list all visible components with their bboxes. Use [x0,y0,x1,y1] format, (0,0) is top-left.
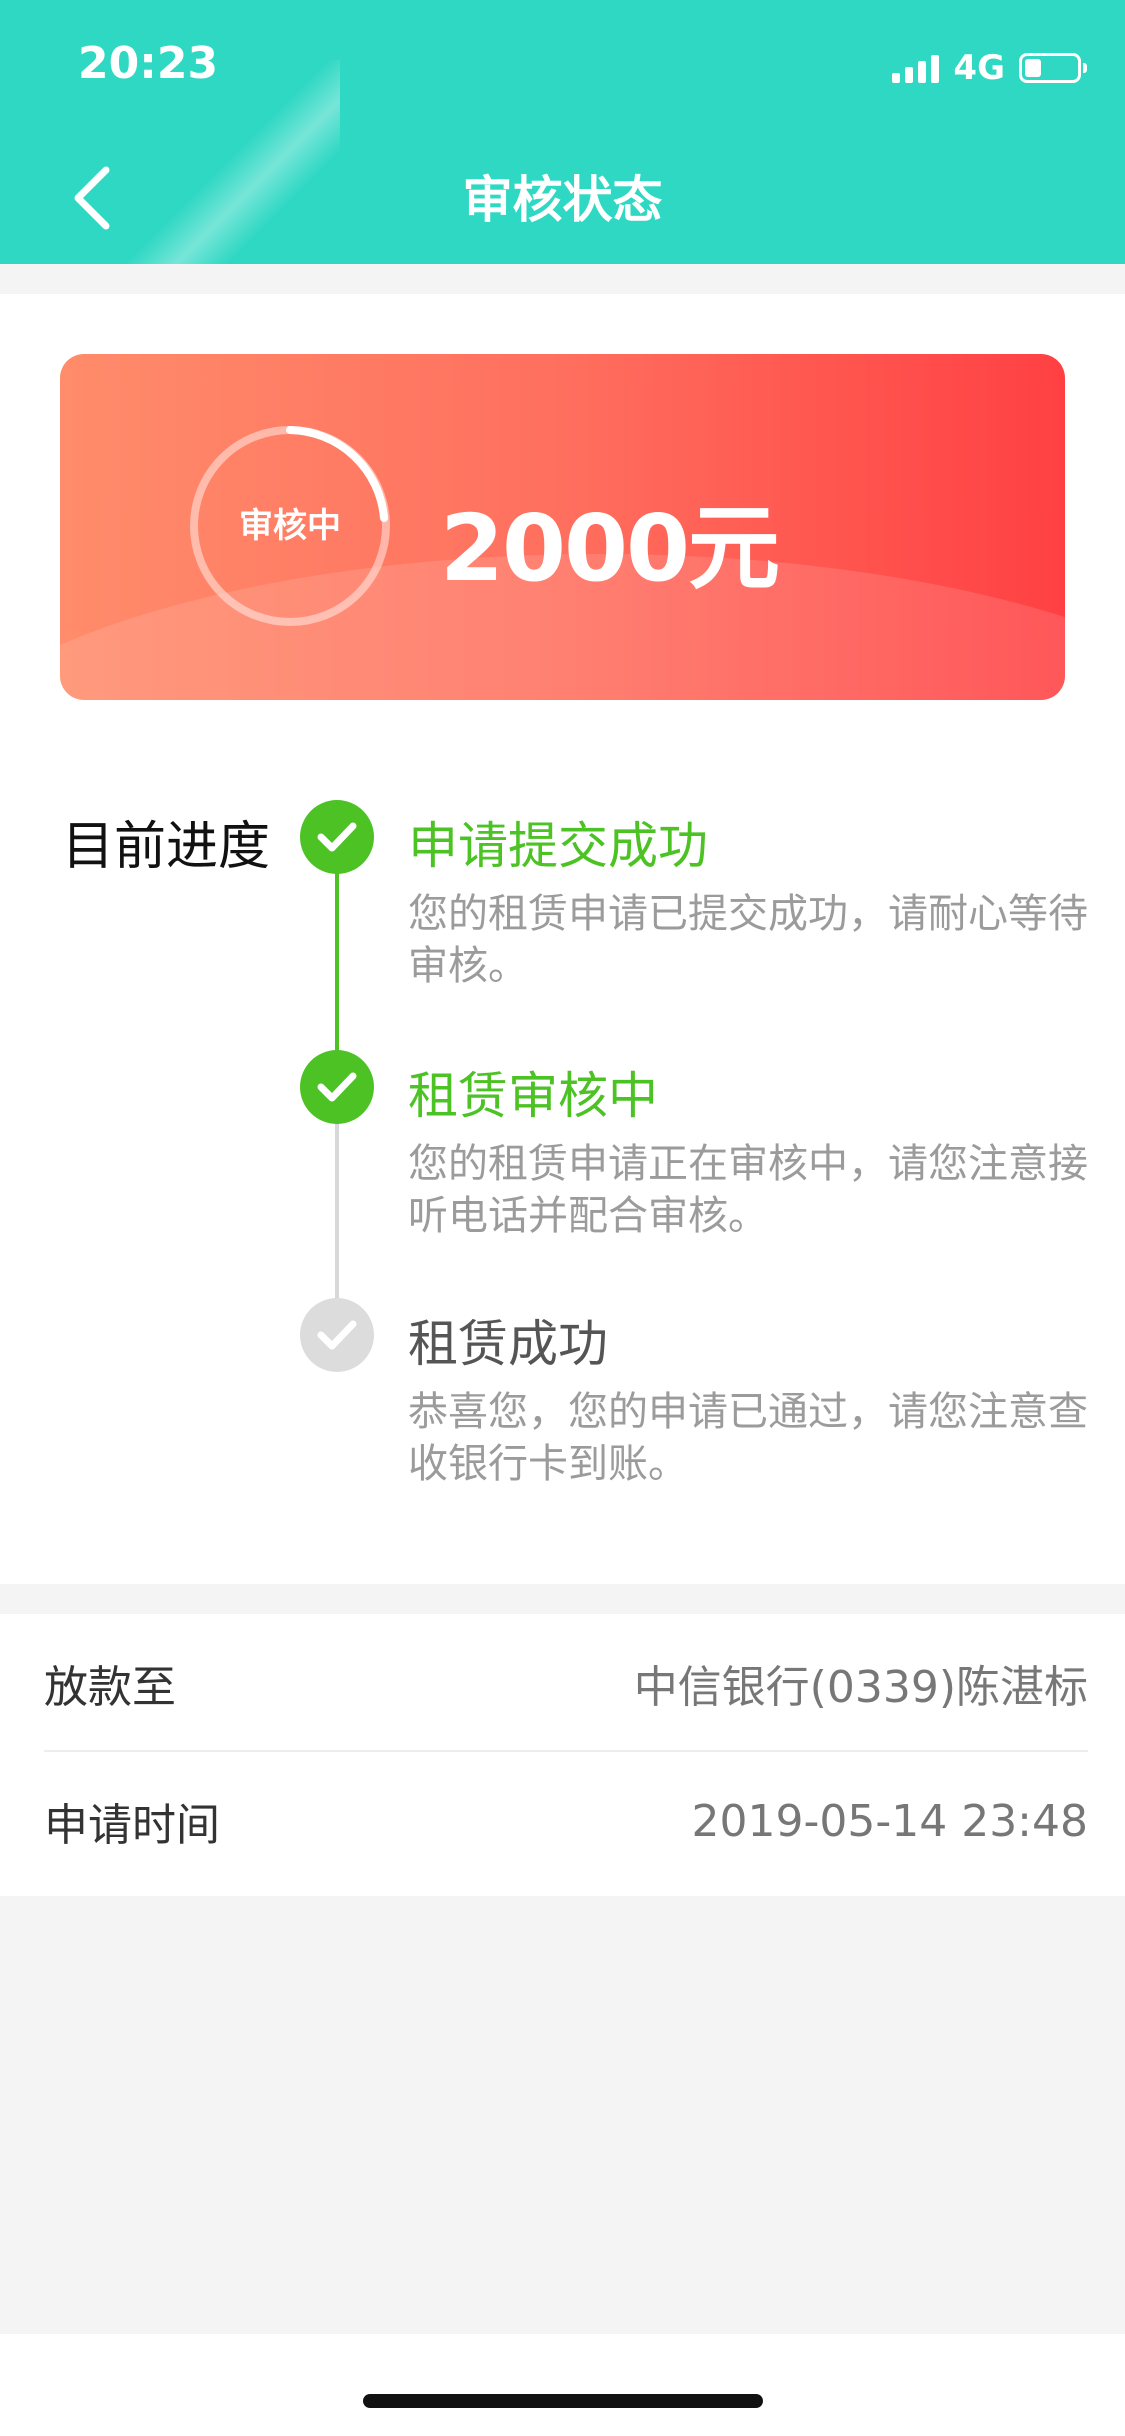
step-2-description: 您的租赁申请正在审核中，请您注意接听电话并配合审核。 [408,1141,1088,1239]
network-type: 4G [953,48,1005,88]
status-card: 审核中 2000元 目前进度 申请提交成功 您的租赁申请已提交成功，请耐心等待审… [0,294,1125,1584]
status-indicators: 4G [892,48,1087,88]
header: 20:23 4G 审核状态 [0,0,1125,264]
apply-time-value: 2019-05-14 23:48 [691,1795,1089,1847]
step-1-title: 申请提交成功 [408,817,708,875]
signal-icon [892,53,940,83]
step-2-check-icon [300,1050,374,1124]
step-1-description: 您的租赁申请已提交成功，请耐心等待审核。 [408,891,1088,989]
disbursement-label: 放款至 [44,1662,176,1713]
bottom-safe-area [0,2334,1125,2436]
page-title: 审核状态 [462,171,663,229]
status-time: 20:23 [78,38,219,89]
step-3-check-icon [300,1298,374,1372]
step-2-title: 租赁审核中 [408,1067,658,1125]
step-3-title: 租赁成功 [408,1315,608,1373]
loan-info-card: 放款至 中信银行(0339)陈湛标 申请时间 2019-05-14 23:48 [0,1614,1125,1896]
step-3-description: 恭喜您，您的申请已通过，请您注意查收银行卡到账。 [408,1389,1088,1487]
disbursement-row: 放款至 中信银行(0339)陈湛标 [44,1614,1088,1752]
step-1-check-icon [300,800,374,874]
battery-icon [1019,53,1087,83]
home-indicator[interactable] [363,2394,763,2408]
progress-timeline: 申请提交成功 您的租赁申请已提交成功，请耐心等待审核。 租赁审核中 您的租赁申请… [0,294,1125,1584]
phone-screen: 20:23 4G 审核状态 审核中 2000元 目前进度 申请提交成功 您的租赁… [0,0,1125,2436]
apply-time-row: 申请时间 2019-05-14 23:48 [44,1752,1088,1890]
disbursement-value: 中信银行(0339)陈湛标 [633,1662,1088,1713]
apply-time-label: 申请时间 [44,1800,220,1851]
